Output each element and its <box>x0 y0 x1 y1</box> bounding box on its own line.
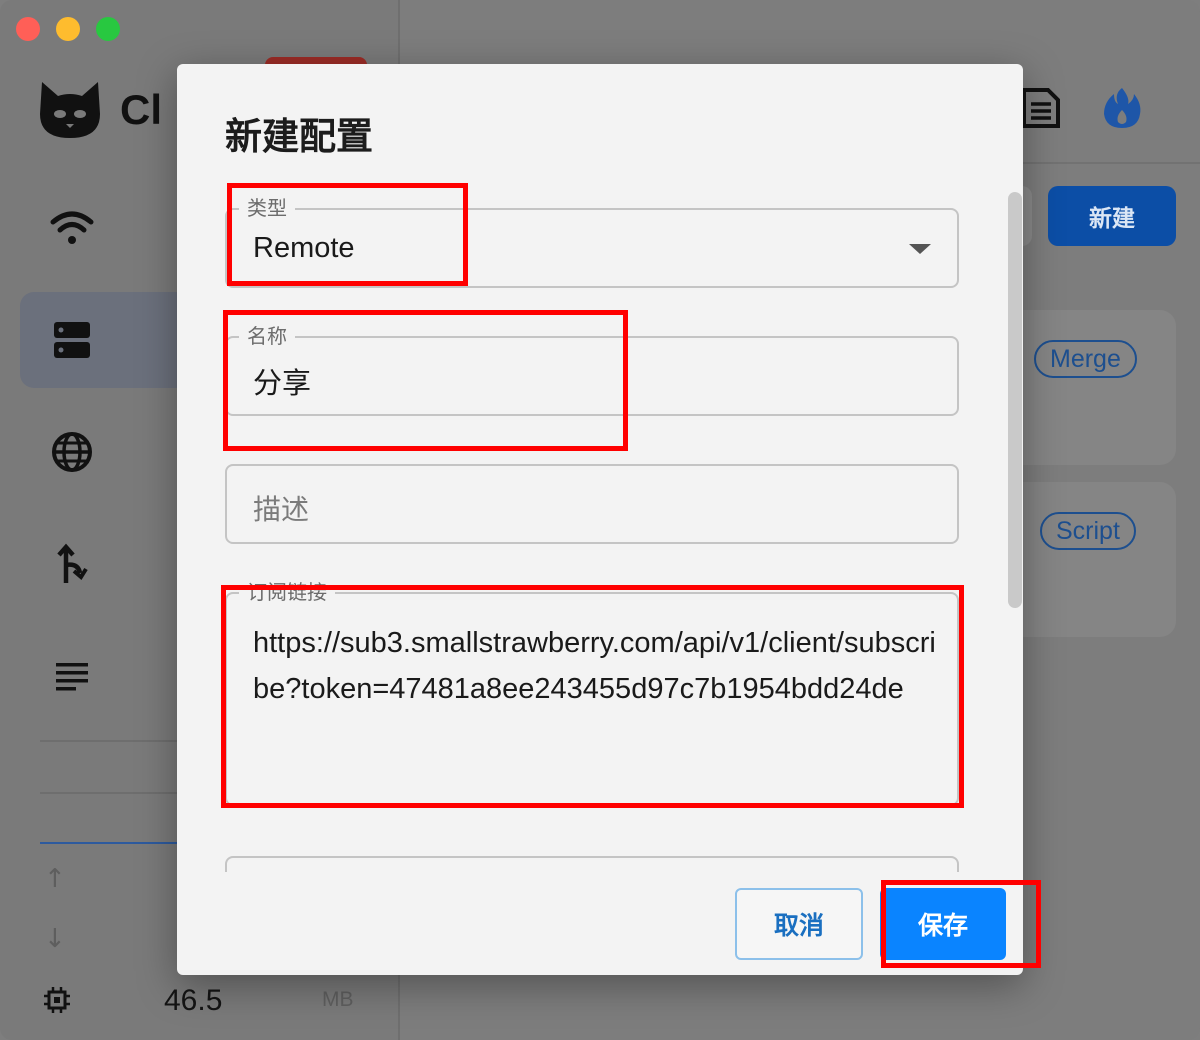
route-icon[interactable] <box>50 542 94 586</box>
profile-card-script[interactable] <box>1000 482 1176 637</box>
close-window-button[interactable] <box>16 17 40 41</box>
name-label: 名称 <box>239 323 295 349</box>
chip-icon <box>40 978 74 1022</box>
name-value: 分享 <box>253 366 312 400</box>
merge-chip: Merge <box>1034 340 1137 378</box>
profile-card-merge[interactable] <box>1000 310 1176 465</box>
description-input[interactable]: 描述 <box>225 464 959 544</box>
wifi-icon[interactable] <box>50 206 94 250</box>
memory-unit: MB <box>322 988 354 1011</box>
script-chip: Script <box>1040 512 1136 550</box>
name-input[interactable]: 名称 分享 <box>225 323 959 416</box>
cat-logo-icon <box>38 80 102 140</box>
sidebar-divider <box>40 792 180 794</box>
arrow-down-icon: ↓ <box>44 924 66 954</box>
description-placeholder: 描述 <box>253 493 310 526</box>
next-field-partial[interactable] <box>225 856 959 872</box>
type-value: Remote <box>253 232 355 264</box>
subscription-url-value: https://sub3.smallstrawberry.com/api/v1/… <box>253 627 936 705</box>
flame-icon[interactable] <box>1102 86 1146 130</box>
new-profile-dialog: 新建配置 类型 Remote 名称 分享 描述 订阅链接 https://sub… <box>177 64 1023 975</box>
type-label: 类型 <box>239 195 295 221</box>
brand-name: Cl <box>120 86 162 133</box>
dialog-scrollbar[interactable] <box>1008 192 1022 608</box>
type-select[interactable]: 类型 Remote <box>225 195 959 288</box>
document-icon[interactable] <box>1018 86 1062 130</box>
save-button[interactable]: 保存 <box>880 888 1006 960</box>
subscription-url-label: 订阅链接 <box>239 579 335 605</box>
sidebar-divider <box>40 740 180 742</box>
nav-active-highlight <box>20 292 190 388</box>
list-icon[interactable] <box>50 654 94 698</box>
traffic-graph-line <box>40 842 180 844</box>
cancel-button[interactable]: 取消 <box>735 888 863 960</box>
server-icon[interactable] <box>50 318 94 362</box>
new-profile-button[interactable]: 新建 <box>1048 186 1176 246</box>
minimize-window-button[interactable] <box>56 17 80 41</box>
memory-value: 46.5 <box>164 984 223 1017</box>
zoom-window-button[interactable] <box>96 17 120 41</box>
dialog-title: 新建配置 <box>225 115 373 158</box>
globe-icon[interactable] <box>50 430 94 474</box>
arrow-up-icon: ↑ <box>44 864 66 894</box>
chevron-down-icon[interactable] <box>909 244 931 254</box>
subscription-url-input[interactable]: 订阅链接 https://sub3.smallstrawberry.com/ap… <box>225 579 959 806</box>
